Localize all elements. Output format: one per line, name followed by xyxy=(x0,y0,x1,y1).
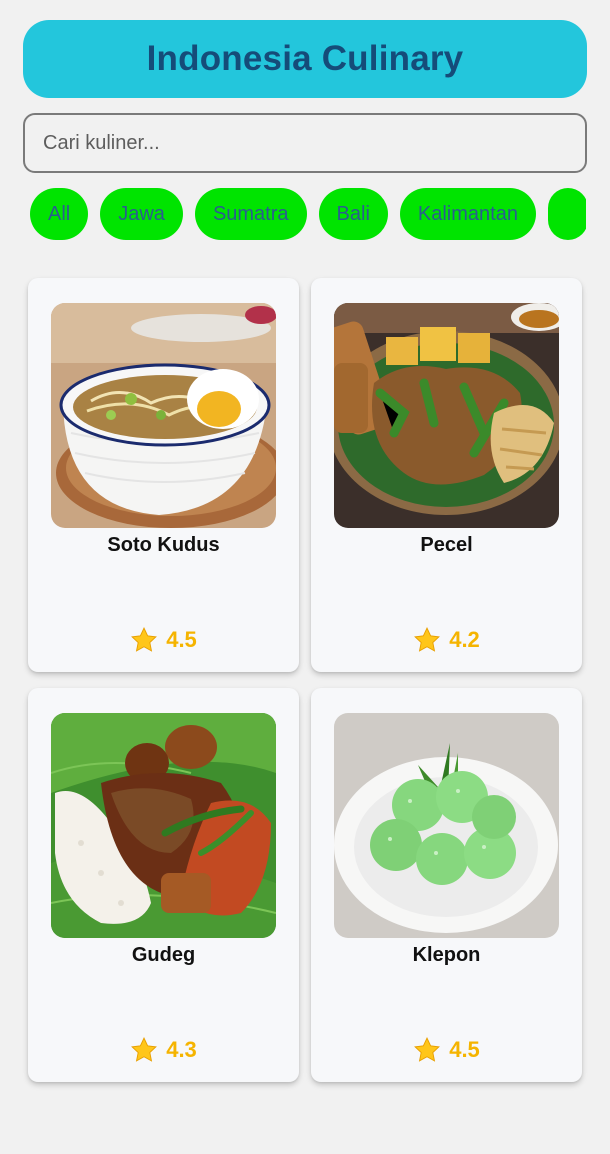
rating-value: 4.3 xyxy=(166,1037,197,1062)
rating-value: 4.2 xyxy=(449,627,480,652)
search-input[interactable] xyxy=(41,130,569,156)
food-rating: 4.3 xyxy=(28,1036,299,1064)
food-rating: 4.5 xyxy=(28,626,299,654)
star-icon xyxy=(413,1036,441,1064)
region-filter-bar: All Jawa Sumatra Bali Kalimantan xyxy=(30,188,586,242)
food-name: Soto Kudus xyxy=(107,534,220,556)
rating-value: 4.5 xyxy=(449,1037,480,1062)
filter-chip-bali[interactable]: Bali xyxy=(318,188,388,240)
food-card[interactable]: Soto Kudus 4.5 xyxy=(28,278,299,672)
food-image-soto-kudus xyxy=(51,303,276,528)
food-image-gudeg xyxy=(51,713,276,938)
app-title: Indonesia Culinary xyxy=(146,39,464,78)
star-icon xyxy=(130,1036,158,1064)
food-rating: 4.2 xyxy=(311,626,582,654)
food-image-klepon xyxy=(334,713,559,938)
filter-chip-sumatra[interactable]: Sumatra xyxy=(194,188,307,240)
food-card[interactable]: Pecel 4.2 xyxy=(311,278,582,672)
food-name: Klepon xyxy=(412,944,481,966)
search-box[interactable] xyxy=(23,113,587,173)
filter-chip-partial[interactable] xyxy=(547,188,586,240)
app-header: Indonesia Culinary xyxy=(23,20,587,98)
food-card[interactable]: Klepon 4.5 xyxy=(311,688,582,1082)
star-icon xyxy=(413,626,441,654)
rating-value: 4.5 xyxy=(166,627,197,652)
food-card[interactable]: Gudeg 4.3 xyxy=(28,688,299,1082)
food-image-pecel xyxy=(334,303,559,528)
food-name: Pecel xyxy=(420,534,473,556)
star-icon xyxy=(130,626,158,654)
filter-chip-jawa[interactable]: Jawa xyxy=(100,188,183,240)
food-rating: 4.5 xyxy=(311,1036,582,1064)
food-name: Gudeg xyxy=(131,944,196,966)
filter-chip-all[interactable]: All xyxy=(30,188,89,240)
filter-chip-kalimantan[interactable]: Kalimantan xyxy=(399,188,536,240)
